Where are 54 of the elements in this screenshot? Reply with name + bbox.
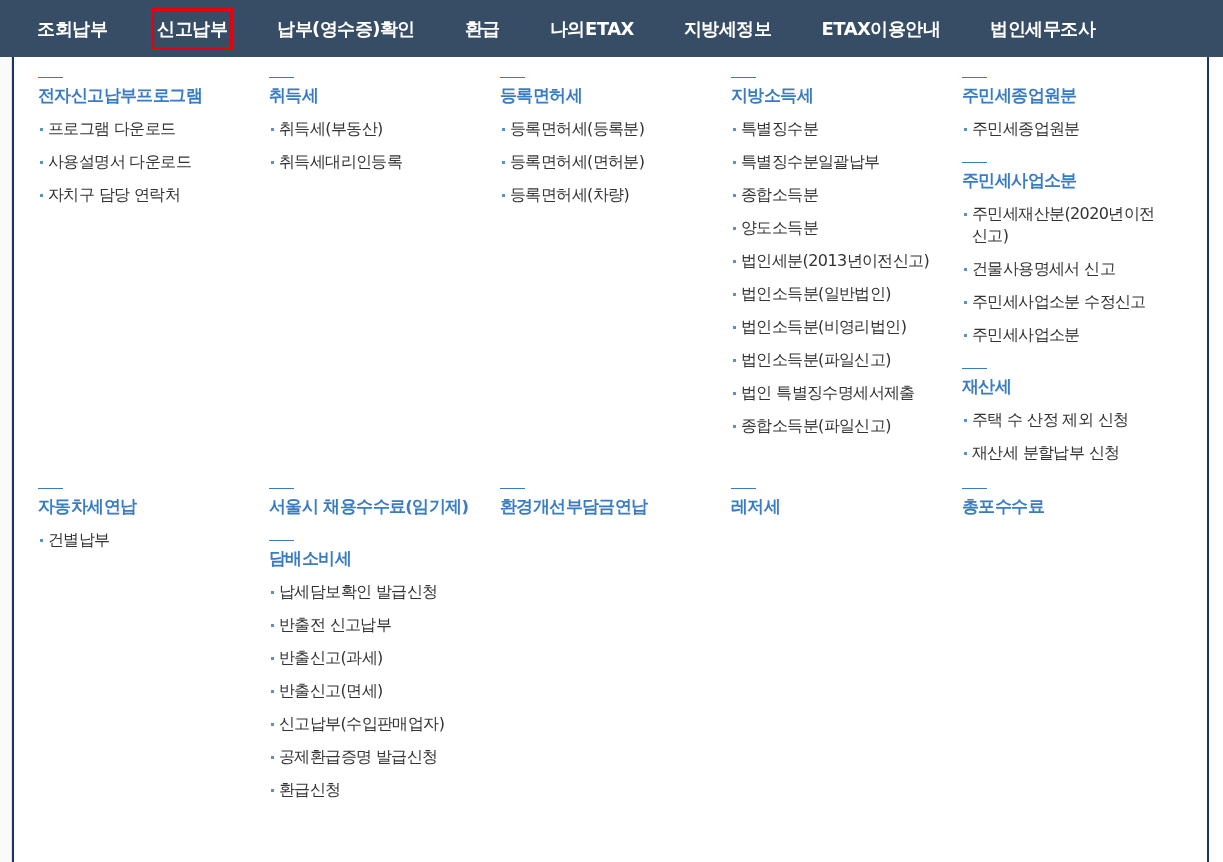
menu-category-link[interactable]: 환경개선부담금연납	[500, 488, 648, 518]
submenu-link[interactable]: 신고납부(수입판매업자)	[269, 713, 479, 735]
submenu-link[interactable]: 법인소득분(파일신고)	[731, 349, 941, 371]
submenu-link[interactable]: 특별징수분일괄납부	[731, 151, 941, 173]
submenu-link[interactable]: 건별납부	[38, 529, 248, 551]
menu-category-link[interactable]: 주민세사업소분	[962, 162, 1077, 192]
submenu-link[interactable]: 공제환급증명 발급신청	[269, 746, 479, 768]
submenu-link[interactable]: 법인 특별징수명세서제출	[731, 382, 941, 404]
menu-category-link[interactable]: 취득세	[269, 77, 319, 107]
submenu-link[interactable]: 취득세(부동산)	[269, 118, 479, 140]
nav-menu-item[interactable]: 지방세정보	[680, 10, 775, 47]
nav-menu-item[interactable]: 신고납부	[154, 10, 230, 47]
nav-menu-item[interactable]: 환급	[461, 10, 503, 47]
submenu-link[interactable]: 주민세사업소분 수정신고	[962, 291, 1172, 313]
submenu-link[interactable]: 사용설명서 다운로드	[38, 151, 248, 173]
submenu-link[interactable]: 재산세 분할납부 신청	[962, 442, 1172, 464]
menu-category-link[interactable]: 레저세	[731, 488, 781, 518]
submenu-link[interactable]: 등록면허세(면허분)	[500, 151, 710, 173]
submenu-link[interactable]: 등록면허세(차량)	[500, 184, 710, 206]
submenu-link[interactable]: 법인소득분(비영리법인)	[731, 316, 941, 338]
nav-menu-item[interactable]: 법인세무조사	[987, 10, 1099, 47]
submenu-link[interactable]: 주민세재산분(2020년이전 신고)	[962, 203, 1172, 247]
menu-category-link[interactable]: 지방소득세	[731, 77, 813, 107]
menu-category-link[interactable]: 재산세	[962, 368, 1012, 398]
submenu-link[interactable]: 건물사용명세서 신고	[962, 258, 1172, 280]
submenu-link[interactable]: 주민세사업소분	[962, 324, 1172, 346]
submenu-link[interactable]: 특별징수분	[731, 118, 941, 140]
submenu-link[interactable]: 종합소득분	[731, 184, 941, 206]
submenu-link[interactable]: 종합소득분(파일신고)	[731, 415, 941, 437]
submenu-link[interactable]: 프로그램 다운로드	[38, 118, 248, 140]
submenu-link[interactable]: 양도소득분	[731, 217, 941, 239]
nav-menu-item[interactable]: ETAX이용안내	[818, 10, 944, 47]
submenu-link[interactable]: 등록면허세(등록분)	[500, 118, 710, 140]
menu-category-link[interactable]: 자동차세연납	[38, 488, 137, 518]
submenu-link[interactable]: 주택 수 산정 제외 신청	[962, 409, 1172, 431]
submenu-link[interactable]: 환급신청	[269, 779, 479, 801]
nav-menu-item[interactable]: 납부(영수증)확인	[274, 10, 418, 47]
menu-category-link[interactable]: 총포수수료	[962, 488, 1044, 518]
submenu-link[interactable]: 취득세대리인등록	[269, 151, 479, 173]
submenu-link[interactable]: 주민세종업원분	[962, 118, 1172, 140]
nav-menu-item[interactable]: 조회납부	[34, 10, 110, 47]
nav-menu-item[interactable]: 나의ETAX	[546, 10, 637, 47]
submenu-link[interactable]: 법인세분(2013년이전신고)	[731, 250, 941, 272]
submenu-link[interactable]: 반출신고(과세)	[269, 647, 479, 669]
menu-category-link[interactable]: 담배소비세	[269, 540, 351, 570]
submenu-link[interactable]: 자치구 담당 연락처	[38, 184, 248, 206]
submenu-link[interactable]: 법인소득분(일반법인)	[731, 283, 941, 305]
submenu-link[interactable]: 반출신고(면세)	[269, 680, 479, 702]
submenu-link[interactable]: 납세담보확인 발급신청	[269, 581, 479, 603]
submenu-link[interactable]: 반출전 신고납부	[269, 614, 479, 636]
menu-category-link[interactable]: 주민세종업원분	[962, 77, 1077, 107]
menu-category-link[interactable]: 서울시 채용수수료(임기제)	[269, 488, 469, 518]
menu-category-link[interactable]: 전자신고납부프로그램	[38, 77, 202, 107]
menu-category-link[interactable]: 등록면허세	[500, 77, 582, 107]
